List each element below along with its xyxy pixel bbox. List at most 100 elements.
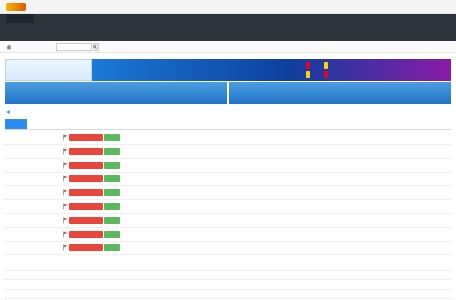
nav-item[interactable] <box>336 32 364 41</box>
site-logo[interactable] <box>6 3 26 11</box>
release-row[interactable] <box>5 281 451 290</box>
nav-item[interactable] <box>156 14 184 23</box>
nav-item-label <box>336 32 364 41</box>
thread-row[interactable] <box>5 201 451 214</box>
nav-item[interactable] <box>366 14 394 23</box>
thread-row[interactable] <box>5 160 451 173</box>
tab-active[interactable] <box>5 119 27 129</box>
nav-item[interactable] <box>6 32 34 41</box>
nav-item-label <box>396 32 424 41</box>
tab-other[interactable] <box>31 119 39 129</box>
nav-item[interactable] <box>36 23 64 32</box>
thread-title[interactable] <box>122 231 342 238</box>
nav-item[interactable] <box>96 14 124 23</box>
nav-item[interactable] <box>186 23 214 32</box>
release-row[interactable] <box>5 290 451 300</box>
thread-title[interactable] <box>122 244 342 251</box>
nav-item[interactable] <box>366 23 394 32</box>
nav-item[interactable] <box>36 14 64 23</box>
thread-title[interactable] <box>122 189 342 196</box>
nav-item[interactable] <box>306 23 334 32</box>
thread-list <box>5 132 451 257</box>
nav-item-label <box>126 32 154 41</box>
nav-item[interactable] <box>426 32 454 41</box>
idle-ad-slot[interactable] <box>5 82 227 104</box>
nav-item[interactable] <box>6 23 34 32</box>
thread-title[interactable] <box>122 217 342 224</box>
nav-item[interactable] <box>126 14 154 23</box>
thread-row[interactable] <box>5 132 451 145</box>
sub-bar <box>0 41 456 53</box>
thread-meta <box>363 243 447 254</box>
release-title[interactable] <box>108 282 358 288</box>
release-title[interactable] <box>108 263 358 269</box>
thread-title[interactable] <box>122 203 342 210</box>
nav-item[interactable] <box>96 23 124 32</box>
ad-banner[interactable] <box>92 59 451 81</box>
nav-item[interactable] <box>216 14 244 23</box>
idle-ad-slot[interactable] <box>229 82 451 104</box>
brand-banner[interactable] <box>5 59 92 81</box>
nav-item-label <box>306 23 334 32</box>
nav-item[interactable] <box>366 32 394 41</box>
nav-item[interactable] <box>246 32 274 41</box>
thread-title[interactable] <box>122 162 342 169</box>
thread-row[interactable] <box>5 215 451 228</box>
nav-item-label <box>366 23 394 32</box>
nav-item[interactable] <box>336 23 364 32</box>
nav-item[interactable] <box>396 23 424 32</box>
speaker-icon <box>6 109 12 115</box>
nav-item[interactable] <box>336 14 364 23</box>
nav-item[interactable] <box>396 14 424 23</box>
nav-item[interactable] <box>186 14 214 23</box>
nav-item[interactable] <box>36 32 64 41</box>
nav-item[interactable] <box>216 32 244 41</box>
nav-item[interactable] <box>66 32 94 41</box>
nav-item[interactable] <box>126 23 154 32</box>
nav-item-label <box>276 23 304 32</box>
nav-item[interactable] <box>216 23 244 32</box>
thread-title[interactable] <box>122 134 342 141</box>
nav-item[interactable] <box>426 14 454 23</box>
top-link[interactable] <box>406 4 418 10</box>
nav-item[interactable] <box>126 32 154 41</box>
top-link[interactable] <box>422 4 434 10</box>
release-row[interactable] <box>5 271 451 281</box>
thread-badge <box>69 189 103 197</box>
release-row[interactable] <box>5 262 451 271</box>
thread-row[interactable] <box>5 173 451 187</box>
nav-item[interactable] <box>426 23 454 32</box>
nav-item[interactable] <box>66 23 94 32</box>
top-banner[interactable] <box>5 59 451 81</box>
nav-item[interactable] <box>66 14 94 23</box>
nav-item[interactable] <box>156 32 184 41</box>
nav-item[interactable] <box>276 23 304 32</box>
nav-item[interactable] <box>156 23 184 32</box>
release-title[interactable] <box>108 272 358 278</box>
nav-item[interactable] <box>246 14 274 23</box>
nav-item[interactable] <box>306 32 334 41</box>
nav-item[interactable] <box>246 23 274 32</box>
nav-item[interactable] <box>306 14 334 23</box>
thread-title[interactable] <box>122 148 342 155</box>
nav-item[interactable] <box>276 14 304 23</box>
nav-item[interactable] <box>396 32 424 41</box>
nav-item[interactable] <box>186 32 214 41</box>
thread-row[interactable] <box>5 242 451 256</box>
search-button[interactable] <box>93 43 99 51</box>
thread-badge-secondary <box>104 189 120 197</box>
top-link[interactable] <box>438 4 450 10</box>
nav-item[interactable] <box>96 32 124 41</box>
thread-row[interactable] <box>5 229 451 242</box>
thread-row[interactable] <box>5 187 451 201</box>
thread-badge <box>69 147 103 155</box>
thread-badge <box>69 134 103 141</box>
nav-item[interactable] <box>6 14 34 23</box>
nav-item[interactable] <box>276 32 304 41</box>
release-title[interactable] <box>108 291 358 297</box>
home-icon[interactable] <box>6 44 12 50</box>
thread-title[interactable] <box>122 175 342 182</box>
forum-tabs <box>5 118 451 130</box>
thread-row[interactable] <box>5 146 451 159</box>
search-input[interactable] <box>56 43 92 51</box>
